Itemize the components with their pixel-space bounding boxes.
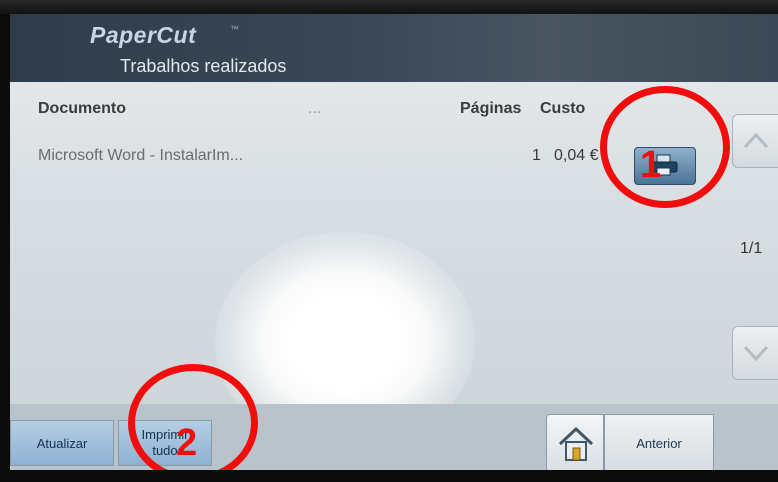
column-header-document: Documento (38, 100, 126, 117)
column-header-more: ... (308, 100, 322, 117)
column-header-cost: Custo (540, 100, 586, 117)
arrow-down-icon (743, 345, 769, 362)
page-indicator: 1/1 (740, 240, 763, 257)
job-cost: 0,04 € (554, 147, 599, 164)
brand-trademark: ™ (230, 24, 239, 34)
home-button[interactable] (546, 414, 604, 470)
home-icon (558, 426, 594, 461)
app-header: PaperCut ™ Trabalhos realizados (10, 14, 778, 82)
job-pages: 1 (532, 147, 541, 164)
brand-logo: PaperCut (90, 22, 197, 48)
scroll-up-button[interactable] (732, 114, 778, 168)
device-bezel-top (0, 0, 778, 14)
arrow-up-icon (743, 132, 769, 149)
scroll-down-button[interactable] (732, 326, 778, 380)
refresh-button[interactable]: Atualizar (10, 420, 114, 466)
device-screen: PaperCut ™ Trabalhos realizados Document… (10, 14, 778, 470)
annotation-number-1: 1 (640, 144, 662, 186)
annotation-number-2: 2 (176, 422, 198, 464)
column-header-pages: Páginas (460, 100, 522, 117)
job-document-name[interactable]: Microsoft Word - InstalarIm... (38, 147, 243, 165)
annotation-circle-1 (600, 86, 730, 208)
refresh-button-label: Atualizar (36, 435, 88, 451)
page-title: Trabalhos realizados (120, 56, 287, 76)
back-button[interactable]: Anterior (604, 414, 714, 470)
back-button-label: Anterior (636, 435, 682, 451)
